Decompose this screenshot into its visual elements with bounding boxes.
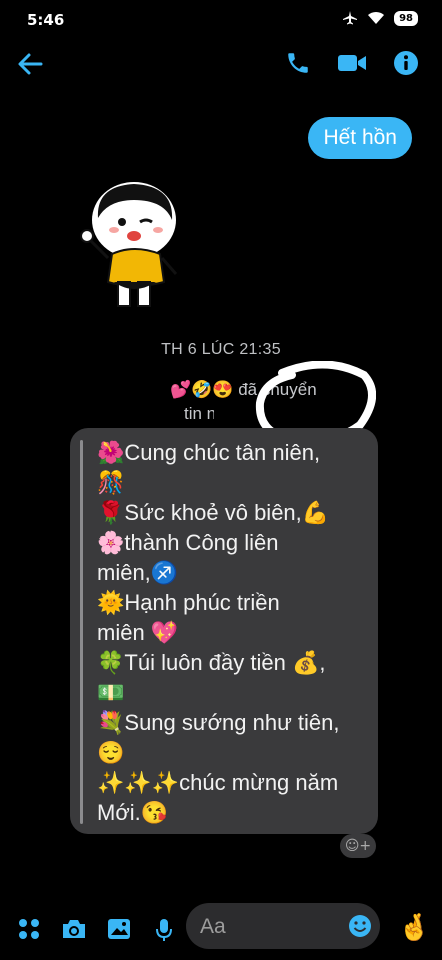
status-time: 5:46 <box>27 11 65 29</box>
smile-plus-icon: ☺+ <box>344 838 372 854</box>
battery-indicator: 98 <box>394 10 418 26</box>
blur-mask <box>214 404 254 424</box>
status-bar: 5:46 98 <box>0 0 442 40</box>
forwarded-message-text: 🌺Cung chúc tân niên, 🎊 🌹Sức khoẻ vô biên… <box>97 438 340 828</box>
wifi-icon <box>368 11 385 24</box>
airplane-icon <box>343 11 358 25</box>
forwarded-line: 🌞Hạnh phúc triền <box>97 590 280 615</box>
quote-bar <box>80 440 83 824</box>
camera-icon[interactable] <box>61 918 87 940</box>
forwarded-line: 💵 <box>97 680 125 705</box>
chat-header <box>0 40 442 90</box>
menu-dots-icon[interactable] <box>18 918 40 940</box>
forwarded-line: 🌺Cung chúc tân niên, <box>97 440 321 465</box>
add-reaction-button[interactable]: ☺+ <box>340 834 376 858</box>
microphone-icon[interactable] <box>155 918 173 942</box>
phone-icon[interactable] <box>285 50 311 76</box>
crossed-fingers-icon[interactable]: 🤞 <box>398 913 430 943</box>
forwarded-line: miên 💖 <box>97 620 179 645</box>
message-input[interactable]: Aa <box>186 903 380 949</box>
forwarded-line: 💐Sung sướng như tiên, <box>97 710 340 735</box>
forwarded-line: 🍀Túi luôn đầy tiền 💰, <box>97 650 326 675</box>
emoji-icon[interactable] <box>348 914 372 938</box>
forwarded-line: miên,♐ <box>97 560 179 585</box>
forwarded-line: 🎊 <box>97 470 125 495</box>
message-input-placeholder: Aa <box>200 915 226 938</box>
forwarded-line: Mới.😘 <box>97 800 169 825</box>
forwarded-message-bubble[interactable]: 🌺Cung chúc tân niên, 🎊 🌹Sức khoẻ vô biên… <box>70 428 378 834</box>
message-timestamp: TH 6 LÚC 21:35 <box>161 341 281 358</box>
back-arrow-icon[interactable] <box>17 52 43 76</box>
sticker-image[interactable] <box>78 178 190 314</box>
info-icon[interactable] <box>393 50 419 76</box>
video-call-icon[interactable] <box>337 52 367 74</box>
image-icon[interactable] <box>107 918 131 940</box>
forwarded-line: 🌸thành Công liên <box>97 530 279 555</box>
forwarded-line: ✨✨✨chúc mừng năm <box>97 770 339 795</box>
outgoing-message[interactable]: Hết hồn <box>308 117 412 159</box>
forwarded-line: 😌 <box>97 740 125 765</box>
forwarded-line: 🌹Sức khoẻ vô biên,💪 <box>97 500 330 525</box>
